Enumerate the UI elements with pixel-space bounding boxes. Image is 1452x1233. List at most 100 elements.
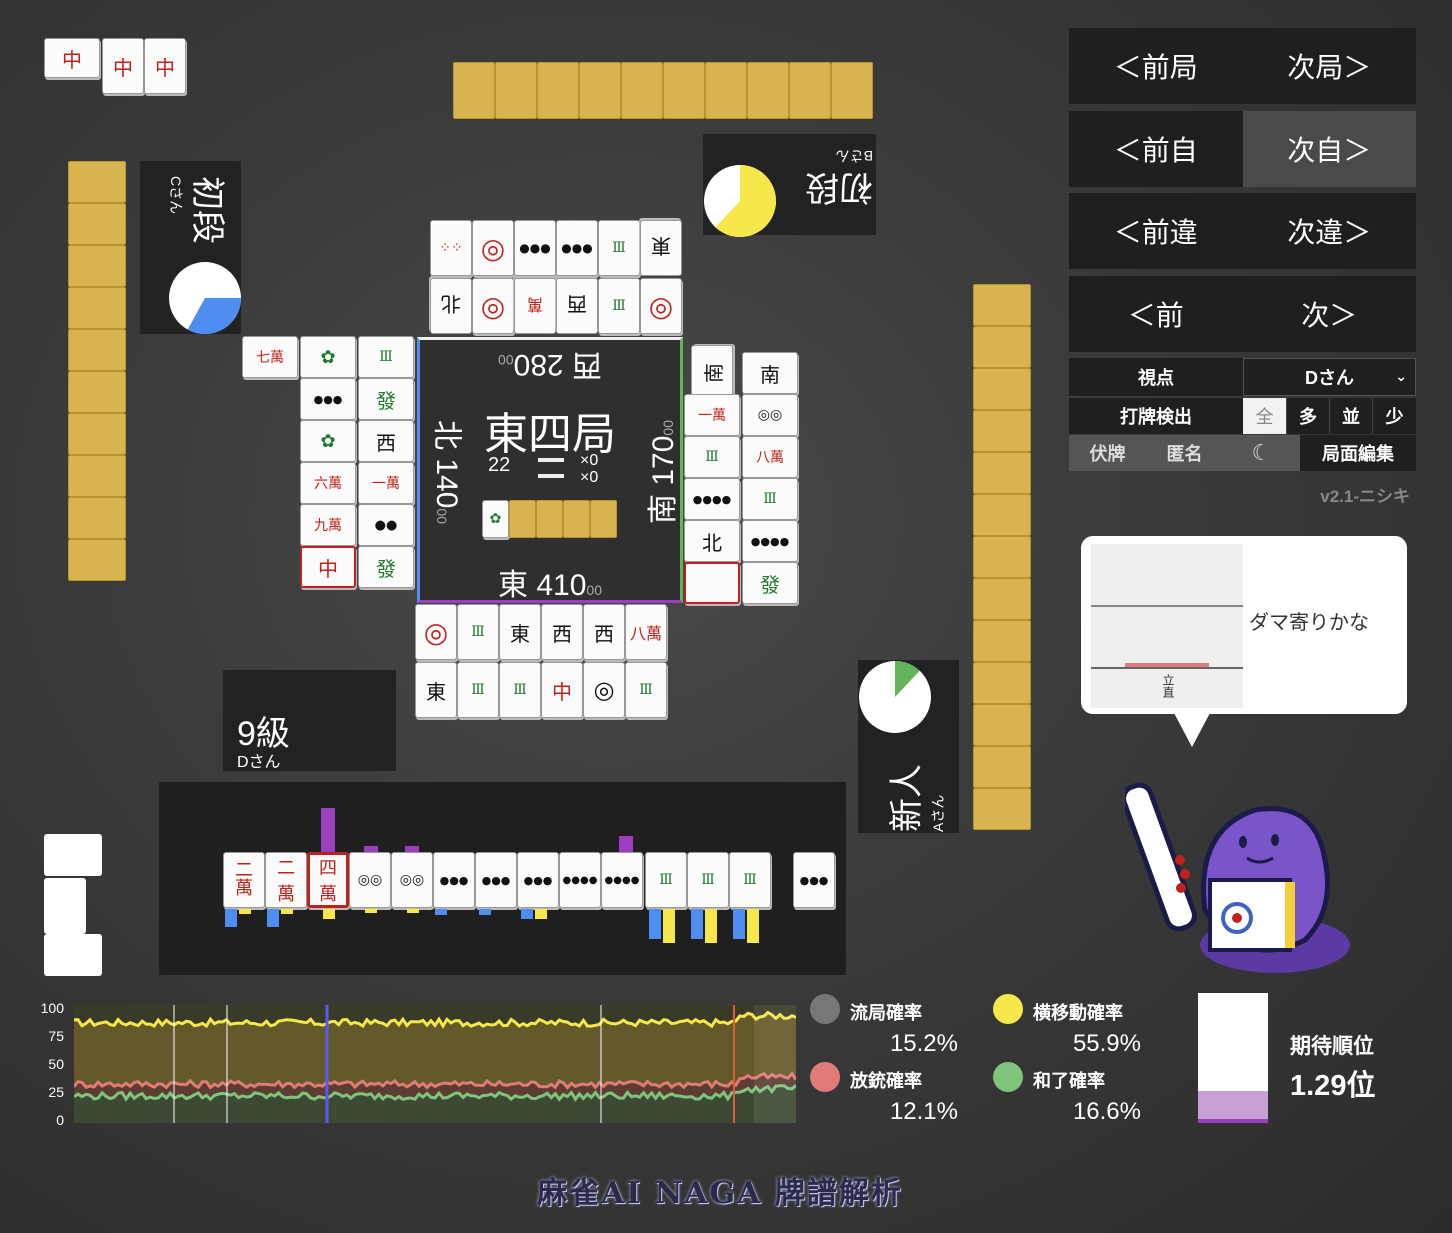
tile: Ⅲ [457, 604, 499, 660]
tile: 六萬 [300, 462, 356, 504]
hand-tile[interactable]: 二萬 [223, 852, 265, 908]
edit-position-button[interactable]: 局面編集 [1300, 435, 1416, 471]
ytick: 50 [48, 1056, 64, 1072]
move-dot [993, 994, 1023, 1024]
left-player-pie [169, 262, 241, 334]
detect-option-all[interactable]: 全 [1243, 398, 1286, 434]
tile: ●●● [514, 220, 556, 276]
tile: Ⅲ [742, 478, 798, 520]
hand-tile[interactable]: ●●● [475, 852, 517, 908]
ai-comment: ダマ寄りかな [1249, 612, 1369, 634]
ytick: 100 [40, 1000, 64, 1016]
hand-tile[interactable]: Ⅲ [687, 852, 729, 908]
tile: 西 [541, 604, 583, 660]
tile: ●● [358, 504, 414, 546]
top-player-rank: 初段 [805, 168, 873, 206]
prev-self-button[interactable]: ＜前自 [1069, 111, 1243, 187]
tile: 北 [430, 278, 472, 334]
viewpoint-select[interactable]: Dさん ⌄ [1243, 358, 1416, 396]
detect-option-few[interactable]: 少 [1372, 398, 1416, 434]
hand-tile-drawn[interactable]: ●●● [793, 852, 835, 908]
tile: ●●● [556, 220, 598, 276]
right-player-rank: 新人 [887, 764, 926, 832]
probability-timeline-chart[interactable] [74, 1005, 796, 1123]
tile: 南 [742, 352, 798, 394]
anonymous-toggle[interactable]: 匿名 [1146, 435, 1223, 471]
detect-option-normal[interactable]: 並 [1329, 398, 1372, 434]
draw-value: 15.2% [889, 1030, 958, 1057]
diff-nav: ＜前違 次違＞ [1069, 193, 1416, 269]
top-player-discards: ⁘⁘ ◎ ●●● ●●● Ⅲ 東 北 ◎ 萬 西 Ⅲ ◎ [430, 220, 684, 334]
dealin-value: 12.1% [889, 1098, 958, 1125]
prev-round-button[interactable]: ＜前局 [1069, 28, 1243, 104]
tile: ◎ [472, 278, 514, 334]
stat-move: 横移動確率 55.9% [993, 994, 1153, 1058]
prev-diff-button[interactable]: ＜前違 [1069, 193, 1243, 269]
left-player-info: 初段 Cさん [140, 161, 241, 334]
riichi-stick-icon [538, 458, 564, 478]
center-board: 西 28000 北 14000 南 17000 東四局 22 ×0 ×0 ✿ 東 … [417, 337, 683, 603]
stat-dealin: 放銃確率 12.1% [810, 1062, 970, 1126]
next-round-button[interactable]: 次局＞ [1243, 28, 1417, 104]
tile-chun: 中 [44, 38, 100, 78]
left-player-name: Cさん [168, 176, 184, 215]
naga-logo: 麻雀AI NAGA 牌譜解析 [537, 1176, 903, 1211]
hide-tiles-toggle[interactable]: 伏牌 [1069, 435, 1146, 471]
tile: 西 [583, 604, 625, 660]
prev-button[interactable]: ＜前 [1069, 276, 1243, 352]
tile: 八萬 [625, 604, 667, 660]
tile: 發 [742, 562, 798, 604]
ai-speech-bubble: 立直 ダマ寄りかな [1081, 536, 1407, 714]
tile: ◎ [583, 662, 625, 718]
riichi-sticks: 0 [589, 452, 599, 469]
tile: ✿ [300, 336, 356, 378]
ytick: 25 [48, 1084, 64, 1100]
score-east: 東 410 [498, 569, 587, 602]
tile: 一萬 [358, 462, 414, 504]
hand-tile[interactable]: ●●● [517, 852, 559, 908]
detect-option-many[interactable]: 多 [1286, 398, 1329, 434]
hand-tile[interactable]: 四萬 [307, 852, 349, 908]
tile: ●●●● [684, 478, 740, 520]
tile: 萬 [514, 278, 556, 334]
next-diff-button[interactable]: 次違＞ [1243, 193, 1417, 269]
tile: 西 [556, 278, 598, 334]
score-west-sub: 00 [498, 352, 514, 368]
hand-tile[interactable]: 二萬 [265, 852, 307, 908]
round-nav: ＜前局 次局＞ [1069, 28, 1416, 104]
tile: 南 [691, 345, 733, 401]
left-wall [68, 161, 126, 583]
naga-mascot-icon [1125, 782, 1350, 973]
hand-tile[interactable]: ◎◎ [391, 852, 433, 908]
tile: 一萬 [684, 394, 740, 436]
round-title: 東四局 [484, 410, 616, 459]
tile: Ⅲ [598, 220, 640, 276]
win-dot [993, 1062, 1023, 1092]
riichi-axis-label: 立直 [1161, 674, 1175, 698]
next-self-button[interactable]: 次自＞ [1242, 111, 1416, 187]
right-player-discards: 南 南 一萬 ◎◎ Ⅲ 八萬 ●●●● Ⅲ 北 ●●●● 發 [684, 345, 800, 604]
chart-yaxis: 100 75 50 25 0 [20, 1000, 64, 1130]
score-east-sub: 00 [586, 582, 602, 598]
left-player-discards: 七萬 ✿ Ⅲ ●●● 發 ✿ 西 六萬 一萬 九萬 ●● 中 發 [242, 336, 414, 590]
tile: ◎ [472, 220, 514, 276]
hand-tile[interactable]: ●●●● [559, 852, 601, 908]
moon-icon[interactable]: ☾ [1223, 435, 1300, 471]
win-value: 16.6% [1072, 1098, 1141, 1125]
score-south: 南 170 [647, 435, 680, 524]
tile: 東 [499, 604, 541, 660]
tile: ✿ [300, 420, 356, 462]
expected-rank-bar [1198, 993, 1268, 1123]
next-button[interactable]: 次＞ [1243, 276, 1417, 352]
tile: 發 [358, 378, 414, 420]
hand-tile[interactable]: ●●● [433, 852, 475, 908]
hand-tile[interactable]: Ⅲ [729, 852, 771, 908]
hand-tile[interactable]: ●●●● [601, 852, 643, 908]
draw-dot [810, 994, 840, 1024]
dealin-dot [810, 1062, 840, 1092]
hand-tile[interactable]: ◎◎ [349, 852, 391, 908]
tile: ◎◎ [742, 394, 798, 436]
hand-tile[interactable]: Ⅲ [645, 852, 687, 908]
top-player-info: 初段 Bさん [703, 134, 876, 237]
bottom-player-name: Dさん [237, 754, 281, 771]
